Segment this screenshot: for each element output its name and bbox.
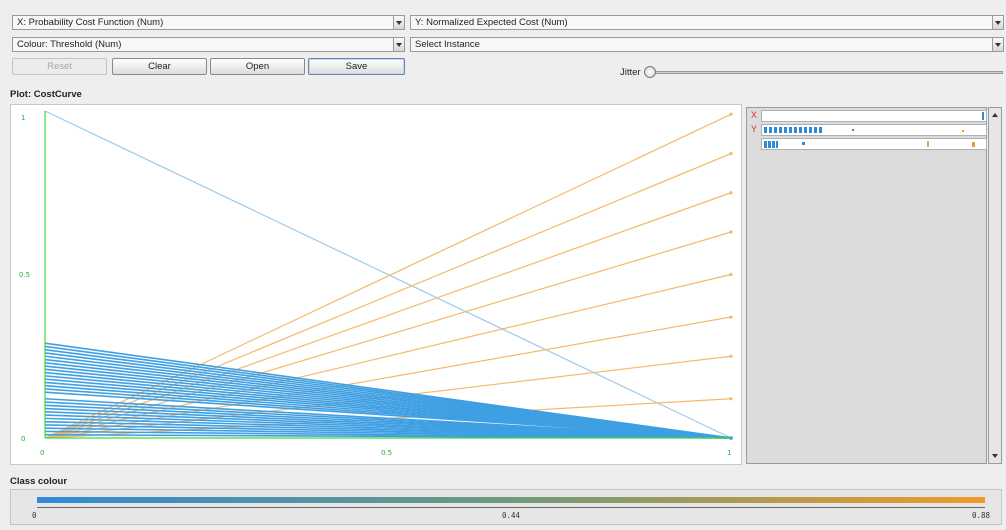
class-colour-tick: 0.44 [502,511,521,520]
cost-curve-endpoint-8 [729,397,733,401]
y-axis-select[interactable]: Y: Normalized Expected Cost (Num) [410,15,1004,30]
jitter-slider-track[interactable] [651,71,1003,74]
attribute-bar[interactable] [761,124,987,136]
clear-button[interactable]: Clear [112,58,207,75]
y-axis-select-label: Y: Normalized Expected Cost (Num) [415,17,568,28]
colour-select[interactable]: Colour: Threshold (Num) [12,37,405,52]
chevron-down-icon [992,16,1003,29]
attribute-point [927,141,929,147]
attribute-points [764,127,824,133]
y-tick-label: 0.5 [19,271,30,279]
reset-button[interactable]: Reset [12,58,107,75]
attribute-y-marker: Y [751,124,758,134]
attribute-scrollbar[interactable] [988,107,1002,464]
plot-area[interactable]: 1 0.5 0 0 0.5 1 [10,104,742,465]
jitter-slider-handle[interactable] [644,66,656,78]
cost-curve-endpoint-3 [729,191,733,195]
class-colour-tick: 0 [32,511,37,520]
x-tick-label: 0 [40,449,44,457]
attribute-bar[interactable] [761,138,987,150]
attribute-point [802,142,805,145]
attribute-point [972,142,975,147]
open-button[interactable]: Open [210,58,305,75]
cost-curve-endpoint-4 [729,230,733,234]
instance-select-label: Select Instance [415,39,480,50]
scroll-up-icon[interactable] [990,110,1000,120]
scroll-down-icon[interactable] [990,451,1000,461]
x-axis-select[interactable]: X: Probability Cost Function (Num) [12,15,405,30]
class-colour-title: Class colour [10,476,68,487]
instance-select[interactable]: Select Instance [410,37,1004,52]
x-tick-label: 1 [727,449,731,457]
jitter-label: Jitter [620,67,641,78]
cost-curve-endpoint-7 [729,354,733,358]
cost-curve-endpoint-5 [729,272,733,277]
attribute-bar-marker [982,112,984,120]
cost-curve-chart: 1 0.5 0 0 0.5 1 [19,110,733,457]
cost-curve-endpoint-2 [729,151,733,156]
class-colour-gradient [37,497,985,503]
attribute-panel[interactable] [746,107,987,464]
plot-title: Plot: CostCurve [10,89,82,100]
attribute-bar[interactable] [761,110,987,122]
attribute-points [764,141,778,148]
cost-curve-endpoint-1 [729,112,733,116]
save-button[interactable]: Save [308,58,405,75]
cost-curve-line-3 [44,192,732,439]
attribute-point [852,129,854,131]
class-colour-tick: 0.88 [972,511,991,520]
chevron-down-icon [393,38,404,51]
colour-select-label: Colour: Threshold (Num) [17,39,122,50]
y-tick-label: 0 [21,435,25,443]
y-tick-label: 1 [21,114,25,122]
x-axis-select-label: X: Probability Cost Function (Num) [17,17,164,28]
class-colour-axis [37,507,985,508]
chevron-down-icon [393,16,404,29]
chevron-down-icon [992,38,1003,51]
attribute-x-marker: X [751,110,758,120]
attribute-point [962,130,964,132]
x-tick-label: 0.5 [381,449,392,457]
cost-curve-endpoint-6 [729,315,733,319]
